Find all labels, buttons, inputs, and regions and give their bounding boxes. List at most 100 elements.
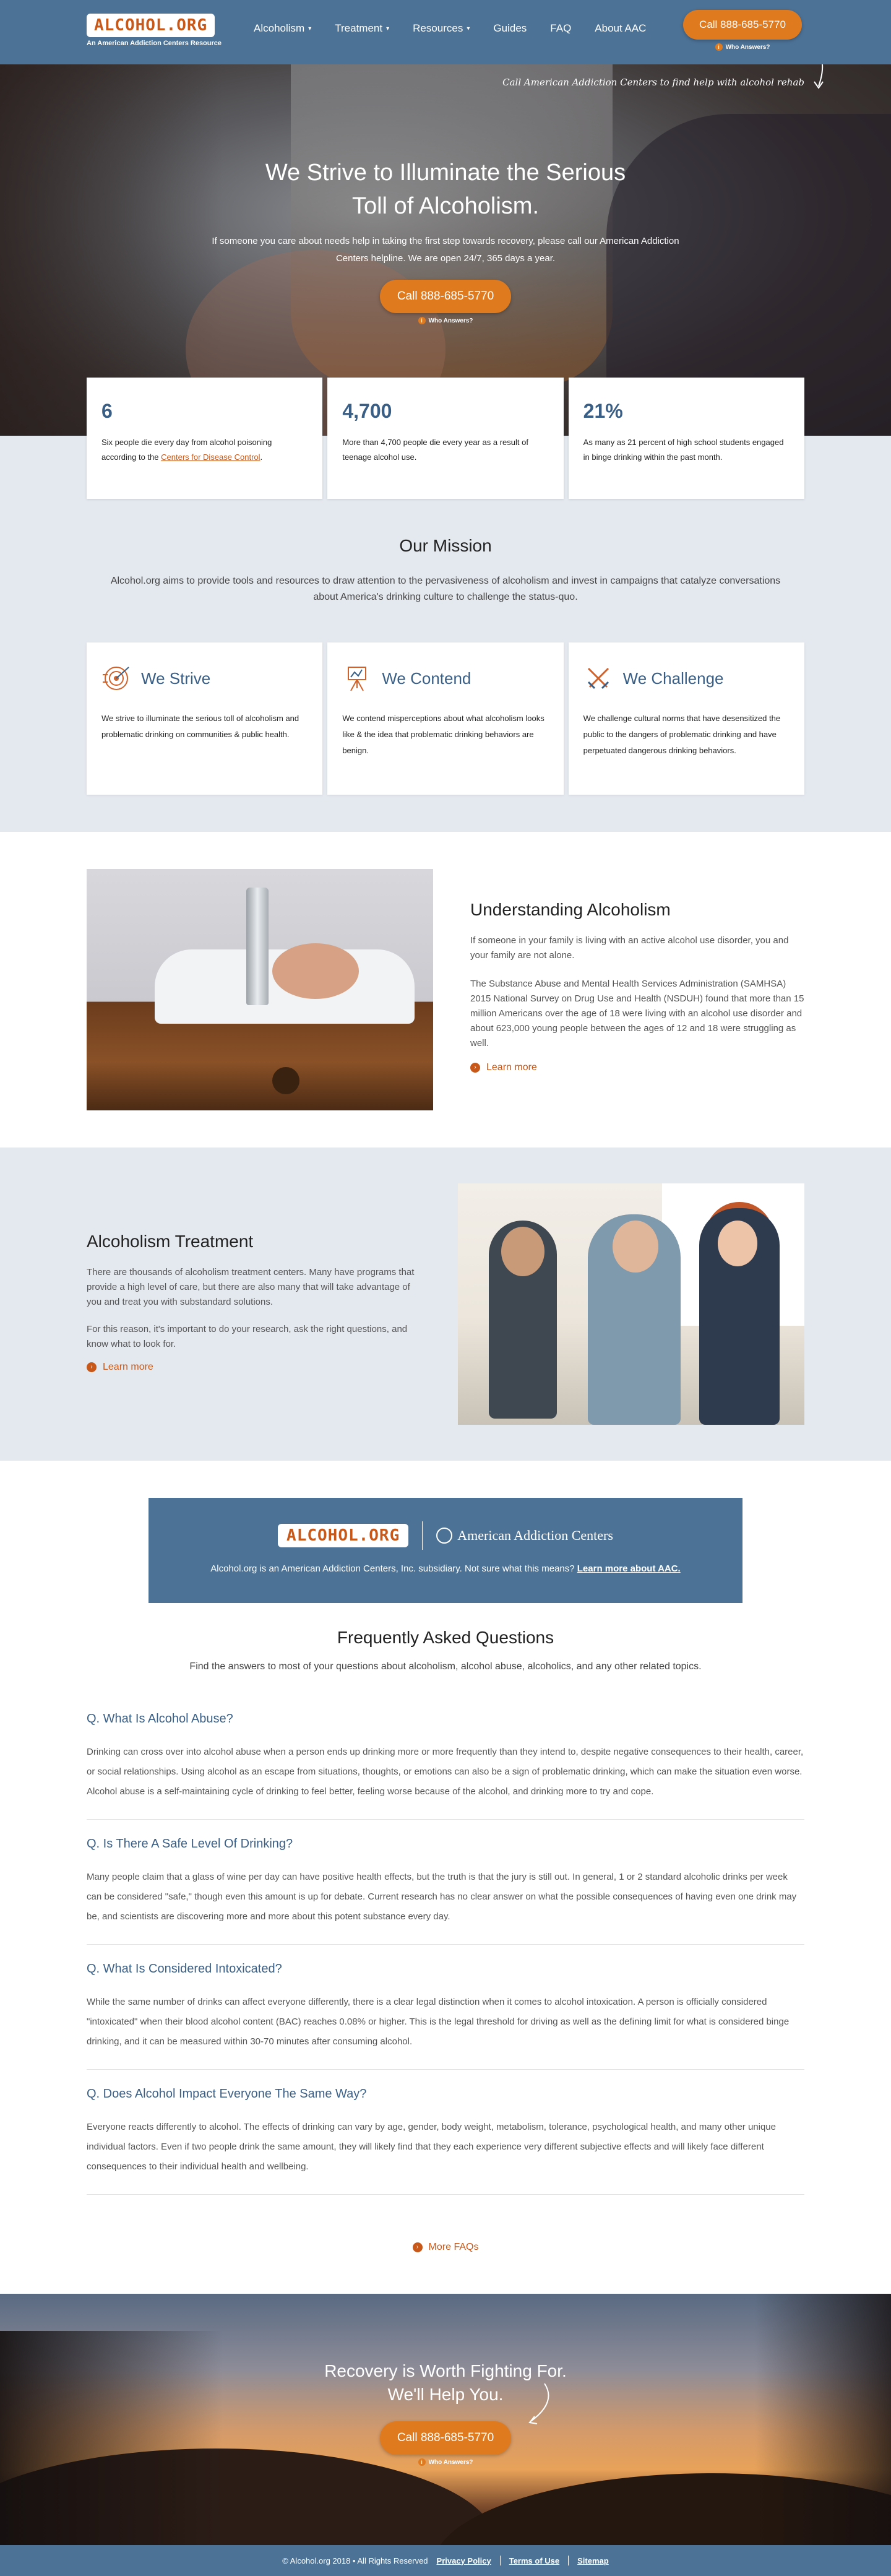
hero-call-block: Call 888-685-5770 i Who Answers? xyxy=(371,280,520,326)
stat-text-after: . xyxy=(260,452,263,462)
stat-number: 6 xyxy=(101,400,113,422)
chevron-right-icon: › xyxy=(470,1063,480,1073)
card-header: We Contend xyxy=(342,663,548,693)
faq-item: Q. Is There A Safe Level Of Drinking? Ma… xyxy=(87,1837,804,1945)
cdc-link[interactable]: Centers for Disease Control xyxy=(161,452,260,462)
nav-treatment[interactable]: Treatment ▾ xyxy=(335,22,389,35)
stat-card: 21% As many as 21 percent of high school… xyxy=(568,378,804,499)
nav-resources[interactable]: Resources ▾ xyxy=(413,22,470,35)
faq-answer: Drinking can cross over into alcohol abu… xyxy=(87,1747,804,1797)
faq-list: Q. What Is Alcohol Abuse? Drinking can c… xyxy=(87,1712,804,2212)
mission-card-strive: We Strive We strive to illuminate the se… xyxy=(87,642,323,795)
photo-head xyxy=(272,943,359,999)
faq-question[interactable]: Q. What Is Alcohol Abuse? xyxy=(87,1712,804,1726)
mission-cards: We Strive We strive to illuminate the se… xyxy=(87,642,804,795)
learn-more-label: Learn more xyxy=(103,1362,153,1372)
faq-item: Q. What Is Considered Intoxicated? While… xyxy=(87,1962,804,2070)
treatment-paragraph-1: There are thousands of alcoholism treatm… xyxy=(87,1267,415,1307)
stats-row: 6 Six people die every day from alcohol … xyxy=(87,378,804,499)
logo-text: ALCOHOL.ORG xyxy=(286,1526,400,1545)
nav-guides[interactable]: Guides xyxy=(493,22,527,35)
site-header: ALCOHOL.ORG An American Addiction Center… xyxy=(0,0,891,64)
info-icon: i xyxy=(715,43,723,51)
mission-card-contend: We Contend We contend misperceptions abo… xyxy=(327,642,564,795)
passed-out-man-photo xyxy=(87,869,433,1110)
hero-call-button[interactable]: Call 888-685-5770 xyxy=(379,280,512,313)
more-faqs-link[interactable]: › More FAQs xyxy=(412,2242,479,2253)
curved-arrow-icon xyxy=(528,2383,549,2424)
photo-drawer-knob xyxy=(272,1067,299,1094)
learn-more-label: Learn more xyxy=(486,1062,537,1073)
aac-logo: American Addiction Centers xyxy=(436,1528,613,1544)
card-text: We strive to illuminate the serious toll… xyxy=(101,714,299,739)
treatment-learn-more-link[interactable]: › Learn more xyxy=(87,1362,153,1373)
nav-label: Treatment xyxy=(335,22,383,34)
nav-label: FAQ xyxy=(550,22,572,34)
faq-item: Q. What Is Alcohol Abuse? Drinking can c… xyxy=(87,1712,804,1820)
understanding-paragraph-1: If someone in your family is living with… xyxy=(470,935,789,961)
header-call-button[interactable]: Call 888-685-5770 xyxy=(683,10,802,40)
more-faqs-row: › More FAQs xyxy=(0,2241,891,2253)
chevron-right-icon: › xyxy=(412,2242,423,2252)
faq-title: Frequently Asked Questions xyxy=(337,1628,554,1647)
chevron-down-icon: ▾ xyxy=(467,25,470,32)
card-title: We Contend xyxy=(382,668,471,688)
faq-answer: Many people claim that a glass of wine p… xyxy=(87,1872,797,1922)
faq-item: Q. Does Alcohol Impact Everyone The Same… xyxy=(87,2087,804,2195)
footer-cta-line2: We'll Help You. xyxy=(387,2385,504,2404)
divider xyxy=(499,2556,501,2565)
chevron-right-icon: › xyxy=(87,1362,97,1372)
sitemap-link[interactable]: Sitemap xyxy=(577,2556,609,2565)
faq-answer: Everyone reacts differently to alcohol. … xyxy=(87,2122,776,2172)
aac-name: American Addiction Centers xyxy=(457,1528,613,1543)
site-logo[interactable]: ALCOHOL.ORG An American Addiction Center… xyxy=(87,14,229,51)
understanding-paragraph-2: The Substance Abuse and Mental Health Se… xyxy=(470,979,804,1048)
card-title: We Challenge xyxy=(622,668,724,688)
faq-answer: While the same number of drinks can affe… xyxy=(87,1997,790,2047)
target-icon xyxy=(103,667,129,690)
alcohol-org-logo: ALCOHOL.ORG xyxy=(278,1524,409,1547)
logo-badge: ALCOHOL.ORG xyxy=(87,14,215,37)
privacy-policy-link[interactable]: Privacy Policy xyxy=(437,2556,491,2565)
faq-question[interactable]: Q. Is There A Safe Level Of Drinking? xyxy=(87,1837,804,1851)
header-who-answers-link[interactable]: i Who Answers? xyxy=(715,43,770,51)
nav-faq[interactable]: FAQ xyxy=(550,22,571,35)
hero-title-line2: Toll of Alcoholism. xyxy=(351,193,539,219)
card-title: We Strive xyxy=(141,668,211,688)
nav-about-aac[interactable]: About AAC xyxy=(595,22,646,35)
group-therapy-photo xyxy=(458,1183,804,1425)
aac-text-body: Alcohol.org is an American Addiction Cen… xyxy=(210,1563,577,1574)
nav-alcoholism[interactable]: Alcoholism ▾ xyxy=(254,22,311,35)
copyright: © Alcohol.org 2018 • All Rights Reserved xyxy=(282,2556,428,2565)
bottom-bar: © Alcohol.org 2018 • All Rights Reserved… xyxy=(0,2545,891,2576)
understanding-title: Understanding Alcoholism xyxy=(470,900,671,919)
footer-who-answers-link[interactable]: i Who Answers? xyxy=(418,2458,473,2466)
hero-tagline: Call American Addiction Centers to find … xyxy=(502,77,804,88)
understanding-learn-more-link[interactable]: › Learn more xyxy=(470,1062,537,1073)
footer-cta-section: Recovery is Worth Fighting For. We'll He… xyxy=(0,2294,891,2545)
faq-question[interactable]: Q. Does Alcohol Impact Everyone The Same… xyxy=(87,2087,804,2101)
page: ALCOHOL.ORG An American Addiction Center… xyxy=(0,0,891,2576)
learn-more-aac-link[interactable]: Learn more about AAC. xyxy=(577,1563,681,1574)
hero-title-line1: We Strive to Illuminate the Serious xyxy=(265,160,626,186)
terms-of-use-link[interactable]: Terms of Use xyxy=(509,2556,559,2565)
footer-call-button[interactable]: Call 888-685-5770 xyxy=(379,2421,512,2455)
card-header: We Challenge xyxy=(583,663,790,693)
stat-number: 21% xyxy=(583,400,623,422)
nav-label: Guides xyxy=(493,22,527,34)
who-answers-label: Who Answers? xyxy=(725,43,770,51)
treatment-paragraph-2: For this reason, it's important to do yo… xyxy=(87,1324,408,1349)
trees-silhouette xyxy=(755,2294,891,2545)
hero-title: We Strive to Illuminate the Serious Toll… xyxy=(229,156,662,223)
more-faqs-label: More FAQs xyxy=(428,2242,479,2252)
nav-label: Resources xyxy=(413,22,463,34)
chevron-down-icon: ▾ xyxy=(386,25,390,32)
stat-text: Six people die every day from alcohol po… xyxy=(101,435,308,465)
crossed-swords-icon xyxy=(587,667,609,689)
aac-banner: ALCOHOL.ORG American Addiction Centers A… xyxy=(148,1498,742,1603)
divider xyxy=(568,2556,569,2565)
stat-text: More than 4,700 people die every year as… xyxy=(342,438,528,462)
logo-divider xyxy=(422,1521,423,1550)
faq-question[interactable]: Q. What Is Considered Intoxicated? xyxy=(87,1962,804,1976)
hero-who-answers-link[interactable]: i Who Answers? xyxy=(418,317,473,324)
